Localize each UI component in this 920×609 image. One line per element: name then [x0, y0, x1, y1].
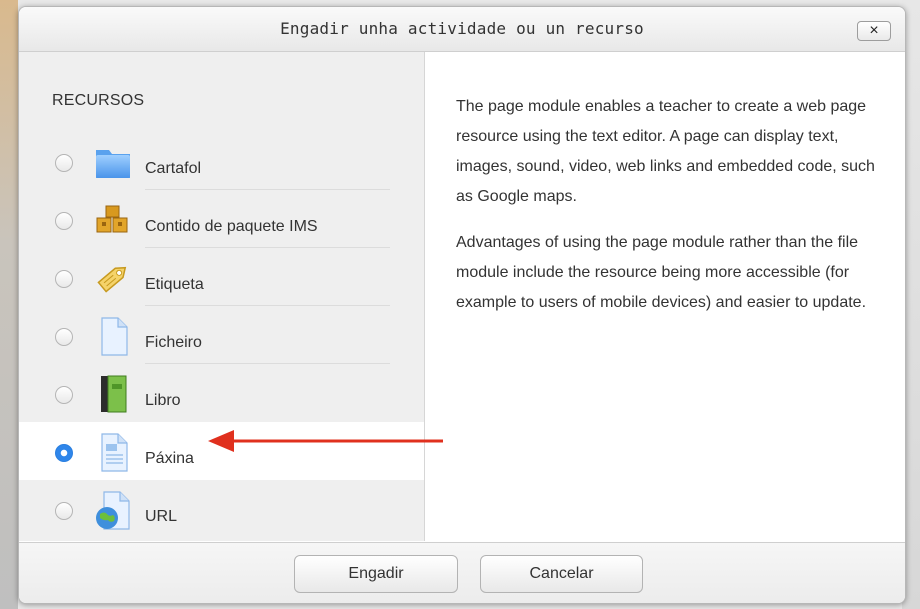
description-paragraph: Advantages of using the page module rath… — [456, 234, 867, 311]
resource-label-ficheiro: Ficheiro — [145, 334, 202, 351]
resources-heading: RECURSOS — [52, 92, 145, 109]
page-backdrop-left — [0, 0, 18, 609]
book-icon — [101, 375, 127, 413]
description-pane: The page module enables a teacher to cre… — [425, 52, 905, 541]
add-button[interactable]: Engadir — [294, 555, 458, 593]
resource-item-url[interactable]: URL — [19, 480, 424, 538]
radio-libro[interactable] — [55, 386, 73, 404]
ims-package-icon — [96, 205, 128, 233]
dialog-titlebar: Engadir unha actividade ou un recurso × — [19, 7, 905, 52]
resource-item-libro[interactable]: Libro — [19, 364, 424, 422]
resource-label-url: URL — [145, 508, 178, 525]
url-globe-icon — [96, 491, 130, 530]
resource-item-ims-package[interactable]: Contido de paquete IMS — [19, 190, 424, 248]
description-paragraph: The page module enables a teacher to cre… — [456, 98, 875, 205]
resource-item-ficheiro[interactable]: Ficheiro — [19, 306, 424, 364]
page-icon — [101, 433, 128, 472]
radio-paxina[interactable] — [55, 444, 73, 462]
dialog-title: Engadir unha actividade ou un recurso — [280, 19, 644, 38]
radio-cartafol[interactable] — [55, 154, 73, 172]
resource-label-cartafol: Cartafol — [145, 160, 202, 177]
add-activity-dialog: Engadir unha actividade ou un recurso × … — [18, 6, 906, 604]
radio-etiqueta[interactable] — [55, 270, 73, 288]
resource-item-cartafol[interactable]: Cartafol — [19, 132, 424, 190]
label-tag-icon — [97, 266, 127, 293]
resource-list-pane: RECURSOS Cartafol Contido de paquete IMS… — [19, 52, 425, 541]
radio-url[interactable] — [55, 502, 73, 520]
file-icon — [101, 317, 128, 356]
cancel-button[interactable]: Cancelar — [480, 555, 643, 593]
folder-icon — [96, 150, 130, 178]
radio-ficheiro[interactable] — [55, 328, 73, 346]
resource-label-paxina: Páxina — [145, 450, 194, 467]
resource-label-libro: Libro — [145, 392, 181, 409]
radio-ims-package[interactable] — [55, 212, 73, 230]
dialog-footer: Engadir Cancelar — [19, 542, 905, 603]
resource-label-etiqueta: Etiqueta — [145, 276, 204, 293]
module-description: The page module enables a teacher to cre… — [456, 92, 888, 334]
resource-label-ims-package: Contido de paquete IMS — [145, 218, 318, 235]
resource-item-etiqueta[interactable]: Etiqueta — [19, 248, 424, 306]
annotation-arrow-icon — [208, 430, 443, 452]
close-button[interactable]: × — [857, 21, 891, 41]
